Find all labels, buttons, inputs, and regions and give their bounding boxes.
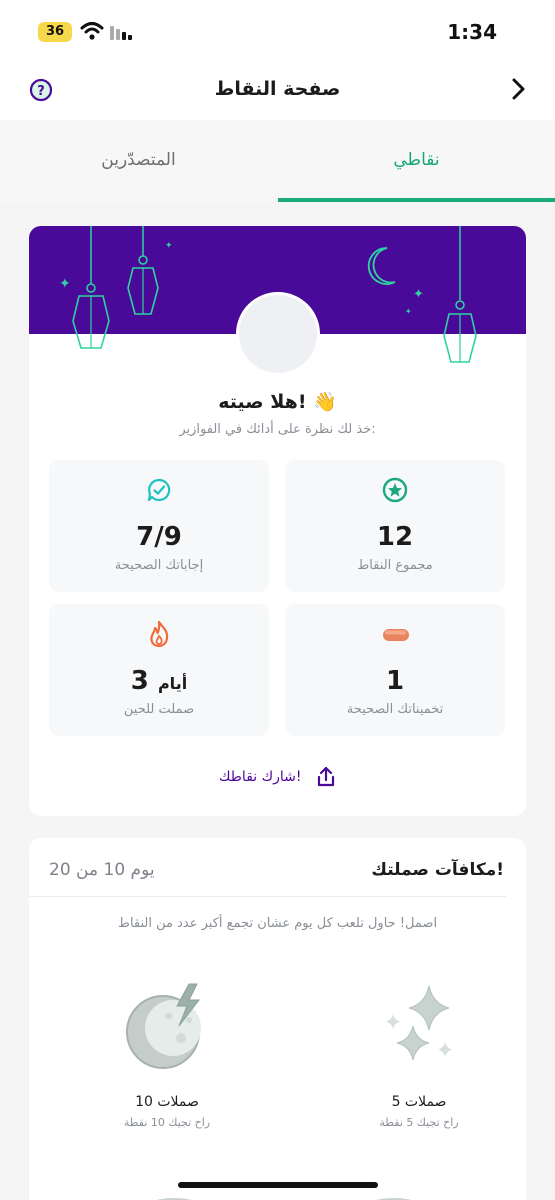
correct-guesses-value: 1 [385,666,405,696]
streak-tile: 3 أيام صملت للحين [49,604,269,736]
share-icon [317,766,335,787]
streak-label: صملت للحين [123,702,195,717]
back-chevron-icon[interactable] [505,74,533,104]
moon-lightning-icon [126,983,201,1069]
cellular-signal-icon [110,26,132,40]
wifi-icon [80,22,104,40]
page-title: صفحة النقاط [214,78,341,100]
correct-guesses-label: تخميناتك الصحيحة [346,702,444,717]
reward-10-name: 10 صملات [135,1094,199,1110]
reward-5-points: راح تجيك 5 نقطة [379,1116,459,1129]
tab-leaderboard[interactable]: المتصدّرين [0,120,277,202]
rewards-title: مكافآت صملتك! [371,860,504,880]
total-points-value: 12 [376,522,414,552]
tab-my-points-label: نقاطي [393,150,440,170]
share-points-label: شارك نقاطك! [218,769,302,785]
home-indicator [178,1182,378,1188]
correct-answers-label: إجاباتك الصحيحة [114,558,204,573]
top-header: ? صفحة النقاط [0,64,555,120]
flame-icon [150,620,169,648]
divider [29,896,506,897]
star-badge-icon [382,477,408,503]
svg-text:✦: ✦ [413,287,424,302]
tab-leaderboard-label: المتصدّرين [101,150,176,170]
svg-text:✦: ✦ [165,241,173,251]
tab-bar: نقاطي المتصدّرين [0,120,555,202]
svg-text:✦: ✦ [405,307,412,316]
battery-indicator: 36 [38,22,72,42]
streak-unit: أيام [157,674,188,693]
clock: 1:34 [447,20,497,44]
total-points-tile: 12 مجموع النقاط [285,460,505,592]
correct-guesses-tile: 1 تخميناتك الصحيحة [285,604,505,736]
greeting-heading: هلا صيته! 👋 [218,391,337,413]
sparkles-icon [386,985,452,1061]
date-icon [383,629,409,641]
streak-rewards-card: مكافآت صملتك! يوم 10 من 20 اصمل! حاول تل… [29,838,526,1200]
correct-answers-tile: 7/9 إجاباتك الصحيحة [49,460,269,592]
chat-check-icon [147,478,171,502]
points-summary-card: ✦ ✦ ✦ ✦ هلا صيته! 👋 خذ لك نظرة على أدائك… [29,226,526,816]
total-points-label: مجموع النقاط [357,558,433,573]
reward-5-streak: 5 صملات راح تجيك 5 نقطة [319,982,519,1129]
correct-answers-value: 7/9 [136,522,182,552]
active-tab-underline [278,198,555,202]
streak-value: 3 أيام [49,666,269,696]
rewards-description: اصمل! حاول تلعب كل يوم عشان تجمع أكبر عد… [117,916,438,931]
reward-10-points: راح تجيك 10 نقطة [123,1116,211,1129]
status-bar: 36 1:34 [0,0,555,64]
streak-number: 3 [130,666,149,696]
avatar [236,292,320,376]
greeting-subtitle: خذ لك نظرة على أدائك في الفوازير: [179,422,376,437]
reward-10-streak: 10 صملات راح تجيك 10 نقطة [67,982,267,1129]
tab-my-points[interactable]: نقاطي [278,120,555,202]
reward-5-name: 5 صملات [391,1094,447,1110]
day-progress: يوم 10 من 20 [49,860,155,880]
share-points-button[interactable]: شارك نقاطك! [29,766,526,788]
svg-text:✦: ✦ [59,276,71,292]
